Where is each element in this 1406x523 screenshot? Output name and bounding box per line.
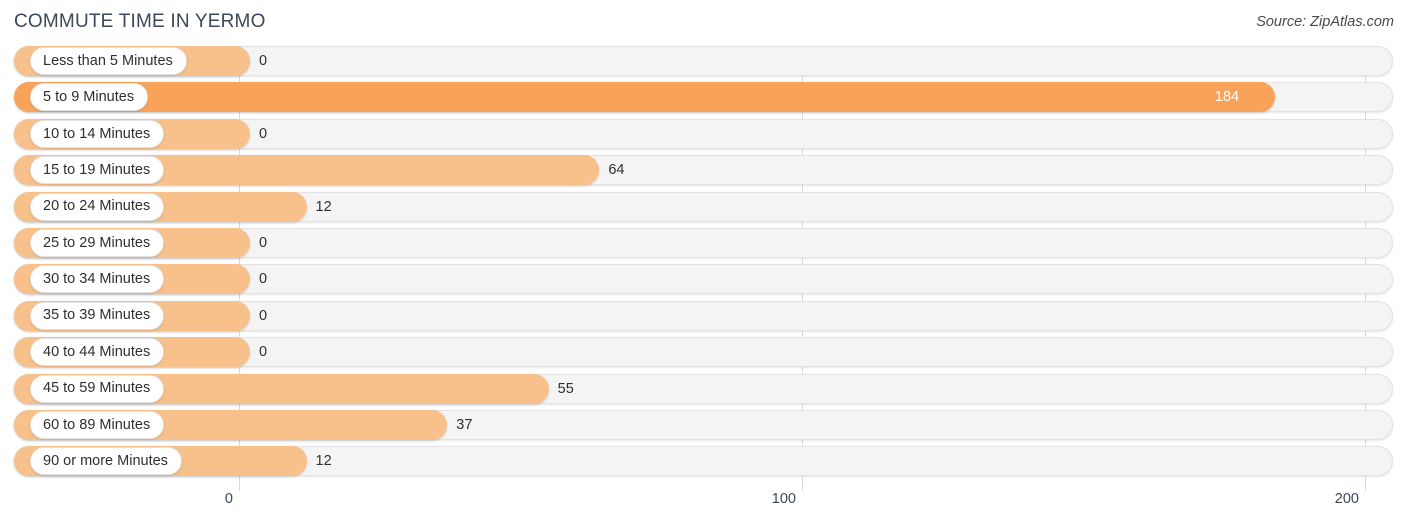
bar-row[interactable]: 35 to 39 Minutes 0 bbox=[0, 300, 1406, 331]
category-label: 35 to 39 Minutes bbox=[43, 307, 151, 324]
bar-value-label: 0 bbox=[259, 53, 268, 69]
category-label-pill: 15 to 19 Minutes bbox=[30, 156, 165, 185]
bar-row[interactable]: 15 to 19 Minutes 64 bbox=[0, 155, 1406, 186]
bar-row[interactable]: Less than 5 Minutes 0 bbox=[0, 46, 1406, 76]
bar-value-label: 0 bbox=[259, 234, 268, 251]
x-tick-label: 0 bbox=[224, 491, 233, 507]
category-label-pill: 40 to 44 Minutes bbox=[30, 338, 165, 367]
category-label: 15 to 19 Minutes bbox=[43, 161, 151, 178]
bar-value-label: 0 bbox=[259, 125, 268, 142]
x-tick-label: 100 bbox=[771, 491, 796, 507]
bar-row[interactable]: 40 to 44 Minutes 0 bbox=[0, 337, 1406, 368]
source-attribution: Source: ZipAtlas.com bbox=[1256, 14, 1394, 30]
x-axis: 0 100 200 bbox=[0, 483, 1406, 523]
category-label: 40 to 44 Minutes bbox=[43, 343, 151, 360]
bar-rows: Less than 5 Minutes 0 5 to 9 Minutes 184 10 … bbox=[0, 46, 1406, 483]
bar-row[interactable]: 60 to 89 Minutes 37 bbox=[0, 409, 1406, 440]
bar-row[interactable]: 90 or more Minutes 12 bbox=[0, 446, 1406, 477]
chart-header: COMMUTE TIME IN YERMO Source: ZipAtlas.c… bbox=[0, 0, 1406, 46]
bar-row[interactable]: 20 to 24 Minutes 12 bbox=[0, 191, 1406, 222]
bar-value-label: 0 bbox=[259, 271, 268, 288]
bar-value-label: 37 bbox=[456, 416, 473, 433]
bar-value-label: 0 bbox=[259, 344, 268, 361]
bar-row[interactable]: 5 to 9 Minutes 184 bbox=[0, 82, 1406, 113]
category-label: 20 to 24 Minutes bbox=[43, 198, 151, 215]
category-label-pill: 35 to 39 Minutes bbox=[30, 301, 165, 330]
category-label-pill: 60 to 89 Minutes bbox=[30, 410, 165, 439]
category-label: 5 to 9 Minutes bbox=[43, 89, 135, 106]
bar-row[interactable]: 10 to 14 Minutes 0 bbox=[0, 118, 1406, 149]
x-tick-label: 200 bbox=[1334, 491, 1359, 507]
bar-fill[interactable] bbox=[14, 82, 1275, 113]
category-label-pill: 20 to 24 Minutes bbox=[30, 192, 165, 221]
category-label-pill: 25 to 29 Minutes bbox=[30, 228, 165, 257]
category-label: 30 to 34 Minutes bbox=[43, 271, 151, 288]
plot-area: Less than 5 Minutes 0 5 to 9 Minutes 184 10 … bbox=[0, 46, 1406, 491]
bar-value-label: 55 bbox=[557, 380, 574, 397]
bar-row[interactable]: 45 to 59 Minutes 55 bbox=[0, 373, 1406, 404]
category-label: 25 to 29 Minutes bbox=[43, 234, 151, 251]
category-label-pill: 90 or more Minutes bbox=[30, 447, 182, 476]
bar-value-label: 0 bbox=[259, 307, 268, 324]
category-label: 60 to 89 Minutes bbox=[43, 416, 151, 433]
category-label-pill: Less than 5 Minutes bbox=[30, 47, 187, 75]
category-label-pill: 30 to 34 Minutes bbox=[30, 265, 165, 294]
bar-value-label: 12 bbox=[315, 198, 332, 215]
category-label-pill: 10 to 14 Minutes bbox=[30, 119, 165, 148]
bar-row[interactable]: 25 to 29 Minutes 0 bbox=[0, 227, 1406, 258]
category-label: 10 to 14 Minutes bbox=[43, 125, 151, 142]
bar-value-label: 184 bbox=[1214, 89, 1240, 106]
category-label-pill: 5 to 9 Minutes bbox=[30, 83, 149, 112]
category-label-pill: 45 to 59 Minutes bbox=[30, 374, 165, 403]
bar-value-label: 64 bbox=[608, 162, 625, 179]
page-title: COMMUTE TIME IN YERMO bbox=[14, 11, 266, 32]
category-label: 90 or more Minutes bbox=[43, 453, 168, 470]
category-label: 45 to 59 Minutes bbox=[43, 380, 151, 397]
category-label: Less than 5 Minutes bbox=[43, 52, 173, 69]
bar-row[interactable]: 30 to 34 Minutes 0 bbox=[0, 264, 1406, 295]
bar-value-label: 12 bbox=[315, 453, 332, 470]
